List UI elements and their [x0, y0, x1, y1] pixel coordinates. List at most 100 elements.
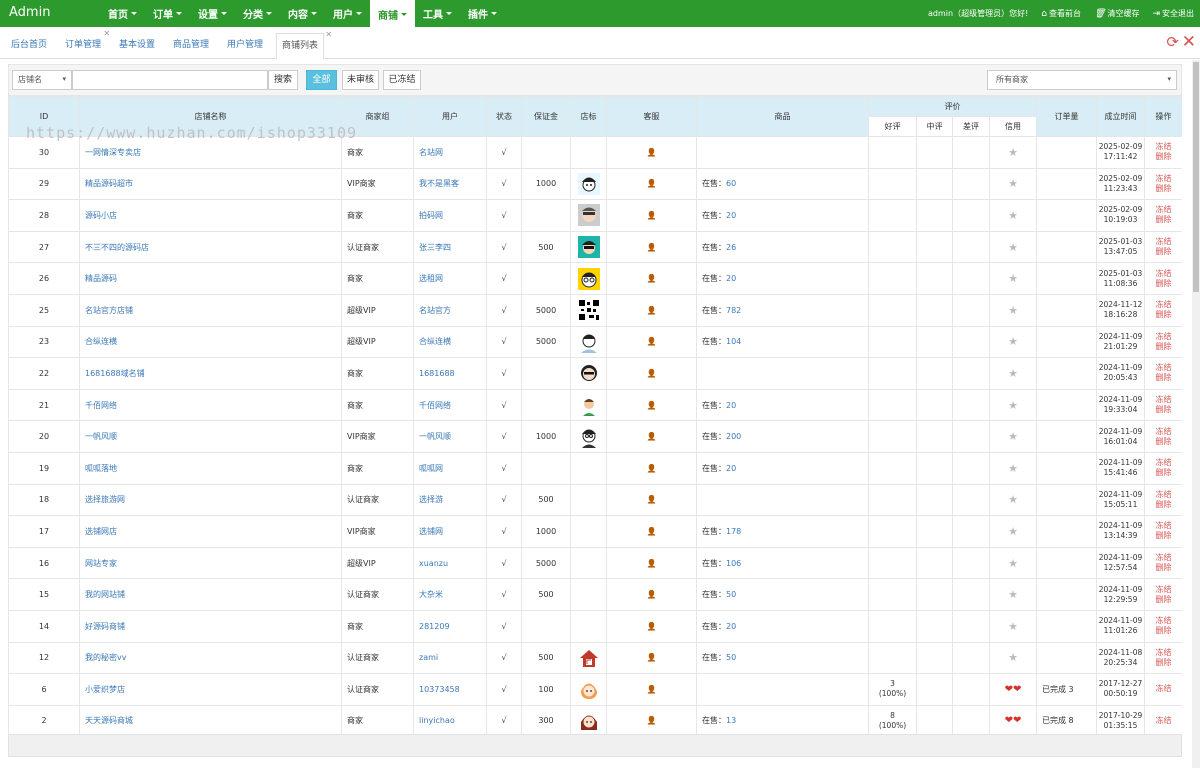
- nav-item-8[interactable]: 插件: [460, 0, 505, 27]
- shop-name-link[interactable]: 天天源码商城: [85, 716, 133, 725]
- user-link[interactable]: 我不是黑客: [419, 179, 459, 188]
- tab-1[interactable]: 订单管理 ✕: [65, 29, 110, 59]
- delete-link[interactable]: 删除: [1146, 152, 1182, 162]
- goods-count-link[interactable]: 20: [726, 274, 736, 283]
- shop-name-link[interactable]: 源码小店: [85, 211, 117, 220]
- delete-link[interactable]: 删除: [1146, 310, 1182, 320]
- nav-item-6[interactable]: 商铺: [370, 0, 415, 28]
- delete-link[interactable]: 删除: [1146, 437, 1182, 447]
- freeze-link[interactable]: 冻结: [1146, 553, 1182, 563]
- goods-count-link[interactable]: 50: [726, 653, 736, 662]
- user-icon[interactable]: 👤: [647, 179, 657, 188]
- user-link[interactable]: 张三李四: [419, 243, 451, 252]
- clear-cache-link[interactable]: 🗑 清空缓存: [1094, 8, 1139, 19]
- delete-link[interactable]: 删除: [1146, 279, 1182, 289]
- refresh-icon[interactable]: ⟳: [1166, 33, 1179, 51]
- tab-close-icon[interactable]: ✕: [325, 30, 332, 40]
- user-icon[interactable]: 👤: [647, 243, 657, 252]
- shop-name-link[interactable]: 合纵连横: [85, 337, 117, 346]
- delete-link[interactable]: 删除: [1146, 563, 1182, 573]
- tab-5[interactable]: 商铺列表 ✕: [276, 30, 332, 59]
- user-icon[interactable]: 👤: [647, 559, 657, 568]
- user-icon[interactable]: 👤: [647, 274, 657, 283]
- shop-name-link[interactable]: 一帆风顺: [85, 432, 117, 441]
- goods-count-link[interactable]: 782: [726, 306, 741, 315]
- delete-link[interactable]: 删除: [1146, 247, 1182, 257]
- user-icon[interactable]: 👤: [647, 369, 657, 378]
- goods-count-link[interactable]: 20: [726, 622, 736, 631]
- tab-close-icon[interactable]: ✕: [103, 29, 110, 39]
- freeze-link[interactable]: 冻结: [1146, 205, 1182, 215]
- goods-count-link[interactable]: 20: [726, 401, 736, 410]
- freeze-link[interactable]: 冻结: [1146, 684, 1182, 694]
- goods-count-link[interactable]: 20: [726, 464, 736, 473]
- user-link[interactable]: 名站网: [419, 148, 443, 157]
- nav-item-1[interactable]: 订单: [145, 0, 190, 27]
- freeze-link[interactable]: 冻结: [1146, 521, 1182, 531]
- shop-name-link[interactable]: 精品源码: [85, 274, 117, 283]
- view-front-link[interactable]: ⌂ 查看前台: [1041, 8, 1081, 19]
- shop-name-link[interactable]: 我的网站铺: [85, 590, 125, 599]
- scrollbar-thumb[interactable]: [1193, 62, 1199, 292]
- goods-count-link[interactable]: 13: [726, 716, 736, 725]
- goods-count-link[interactable]: 106: [726, 559, 741, 568]
- close-icon[interactable]: ✕: [1182, 32, 1196, 52]
- shop-name-link[interactable]: 千佰网络: [85, 401, 117, 410]
- shop-name-link[interactable]: 1681688域名铺: [85, 369, 145, 378]
- user-link[interactable]: 选择游: [419, 495, 443, 504]
- user-link[interactable]: 一帆风顺: [419, 432, 451, 441]
- brand-logo[interactable]: Admin: [9, 5, 50, 20]
- delete-link[interactable]: 删除: [1146, 373, 1182, 383]
- user-link[interactable]: 281209: [419, 622, 450, 631]
- user-link[interactable]: xuanzu: [419, 559, 448, 568]
- nav-item-2[interactable]: 设置: [190, 0, 235, 27]
- freeze-link[interactable]: 冻结: [1146, 585, 1182, 595]
- tab-3[interactable]: 商品管理: [173, 33, 209, 59]
- freeze-link[interactable]: 冻结: [1146, 332, 1182, 342]
- shop-name-link[interactable]: 不三不四的源码店: [85, 243, 149, 252]
- merchant-group-select[interactable]: 所有商家 ▾: [987, 70, 1177, 90]
- user-link[interactable]: 选铺网: [419, 527, 443, 536]
- tab-0[interactable]: 后台首页: [11, 33, 47, 59]
- user-icon[interactable]: 👤: [647, 685, 657, 694]
- nav-item-0[interactable]: 首页: [100, 0, 145, 27]
- user-icon[interactable]: 👤: [647, 337, 657, 346]
- freeze-link[interactable]: 冻结: [1146, 237, 1182, 247]
- tab-4[interactable]: 用户管理: [227, 33, 263, 59]
- user-link[interactable]: 合纵连横: [419, 337, 451, 346]
- shop-name-link[interactable]: 精品源码超市: [85, 179, 133, 188]
- shop-name-link[interactable]: 呱呱落地: [85, 464, 117, 473]
- freeze-link[interactable]: 冻结: [1146, 269, 1182, 279]
- goods-count-link[interactable]: 20: [726, 211, 736, 220]
- user-icon[interactable]: 👤: [647, 622, 657, 631]
- search-input[interactable]: [72, 70, 268, 90]
- logout-link[interactable]: ⇥ 安全退出: [1152, 8, 1194, 19]
- nav-item-5[interactable]: 用户: [325, 0, 370, 27]
- user-icon[interactable]: 👤: [647, 495, 657, 504]
- delete-link[interactable]: 删除: [1146, 658, 1182, 668]
- delete-link[interactable]: 删除: [1146, 342, 1182, 352]
- user-icon[interactable]: 👤: [647, 401, 657, 410]
- user-icon[interactable]: 👤: [647, 211, 657, 220]
- delete-link[interactable]: 删除: [1146, 595, 1182, 605]
- freeze-link[interactable]: 冻结: [1146, 427, 1182, 437]
- freeze-link[interactable]: 冻结: [1146, 300, 1182, 310]
- user-icon[interactable]: 👤: [647, 432, 657, 441]
- goods-count-link[interactable]: 104: [726, 337, 741, 346]
- freeze-link[interactable]: 冻结: [1146, 174, 1182, 184]
- user-icon[interactable]: 👤: [647, 653, 657, 662]
- freeze-link[interactable]: 冻结: [1146, 395, 1182, 405]
- shop-name-link[interactable]: 好源码商铺: [85, 622, 125, 631]
- delete-link[interactable]: 删除: [1146, 626, 1182, 636]
- goods-count-link[interactable]: 26: [726, 243, 736, 252]
- delete-link[interactable]: 删除: [1146, 184, 1182, 194]
- user-link[interactable]: 拍码网: [419, 211, 443, 220]
- delete-link[interactable]: 删除: [1146, 468, 1182, 478]
- user-link[interactable]: 选租网: [419, 274, 443, 283]
- user-link[interactable]: zami: [419, 653, 438, 662]
- user-link[interactable]: 大杂米: [419, 590, 443, 599]
- shop-name-link[interactable]: 一网情深专卖店: [85, 148, 141, 157]
- filter-unreviewed-button[interactable]: 未审核: [342, 70, 379, 90]
- user-link[interactable]: 名站官方: [419, 306, 451, 315]
- delete-link[interactable]: 删除: [1146, 500, 1182, 510]
